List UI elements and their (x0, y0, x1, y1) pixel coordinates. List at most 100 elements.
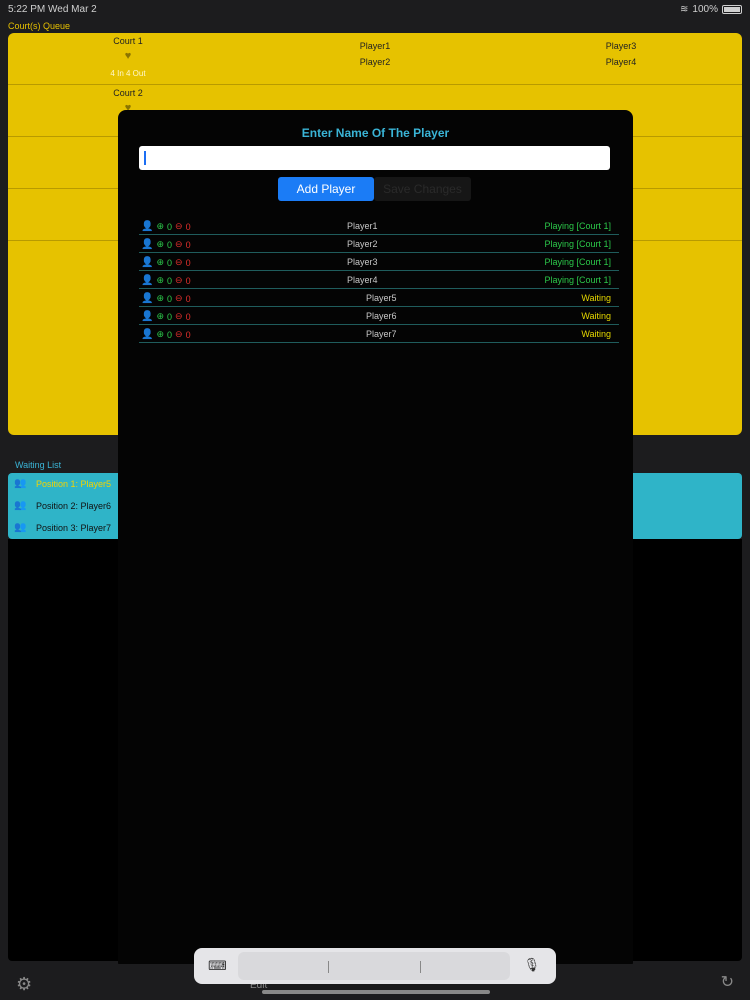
losses-icon: ⊖ (175, 293, 183, 303)
player-list: 👤 ⊕ 0 ⊖ 0 Player1 Playing [Court 1] 👤 ⊕ … (139, 217, 619, 343)
waiting-position-label: Position 2: Player6 (36, 501, 112, 511)
wins-icon: ⊕ (156, 257, 164, 267)
refresh-icon[interactable]: ↻ (721, 972, 734, 992)
user-check-icon: 👤 (141, 293, 154, 304)
player-stats: 👤 ⊕ 0 ⊖ 0 (141, 221, 191, 232)
user-check-icon: 👤 (141, 221, 154, 232)
player-name: Player1 (347, 221, 378, 231)
waiting-position-label: Position 1: Player5 (36, 479, 112, 489)
user-check-icon: 👤 (141, 329, 154, 340)
player-status: Playing [Court 1] (544, 239, 611, 249)
player-name: Player7 (366, 329, 397, 339)
court-mode: 4 In 4 Out (110, 69, 146, 78)
gear-icon[interactable]: ⚙ (16, 974, 32, 995)
players-icon: 👥 (14, 478, 27, 489)
wins-count: 0 (167, 275, 173, 286)
court-name: Court 2 (113, 88, 143, 98)
players-icon: 👥 (14, 500, 27, 511)
user-check-icon: 👤 (141, 257, 154, 268)
wins-icon: ⊕ (156, 329, 164, 339)
losses-icon: ⊖ (175, 257, 183, 267)
battery-percent: 100% (692, 4, 718, 15)
suggestion-divider (328, 961, 329, 973)
waiting-list-item[interactable]: 👥 Position 3: Player7 (14, 517, 111, 539)
battery-icon (722, 5, 742, 14)
suggestion-bar[interactable] (238, 952, 510, 980)
player-stats: 👤 ⊕ 0 ⊖ 0 (141, 329, 191, 340)
user-check-icon: 👤 (141, 275, 154, 286)
player-row[interactable]: 👤 ⊕ 0 ⊖ 0 Player6 Waiting (139, 307, 619, 325)
player-stats: 👤 ⊕ 0 ⊖ 0 (141, 293, 191, 304)
losses-count: 0 (185, 275, 191, 286)
wins-count: 0 (167, 311, 173, 322)
losses-icon: ⊖ (175, 221, 183, 231)
keyboard-shortcut-bar: ⌨ 🎙 (194, 948, 556, 984)
player-status: Playing [Court 1] (544, 257, 611, 267)
suggestion-divider (420, 961, 421, 973)
wifi-icon: ≋ (680, 4, 689, 15)
wins-icon: ⊕ (156, 239, 164, 249)
player-status: Playing [Court 1] (544, 221, 611, 231)
waiting-list-label: Waiting List (15, 460, 62, 470)
waiting-list-item[interactable]: 👥 Position 1: Player5 (14, 473, 111, 495)
losses-icon: ⊖ (175, 329, 183, 339)
player-stats: 👤 ⊕ 0 ⊖ 0 (141, 257, 191, 268)
losses-icon: ⊖ (175, 275, 183, 285)
losses-count: 0 (185, 293, 191, 304)
player-name: Player6 (366, 311, 397, 321)
players-icon: 👥 (14, 522, 27, 533)
player-row[interactable]: 👤 ⊕ 0 ⊖ 0 Player4 Playing [Court 1] (139, 271, 619, 289)
add-player-button[interactable]: Add Player (278, 177, 374, 201)
player-row[interactable]: 👤 ⊕ 0 ⊖ 0 Player5 Waiting (139, 289, 619, 307)
app-screen: 5:22 PM Wed Mar 2 ≋ 100% Court(s) Queue … (0, 0, 750, 1000)
player-name: Player2 (347, 239, 378, 249)
player-status: Waiting (581, 293, 611, 303)
status-bar: 5:22 PM Wed Mar 2 ≋ 100% (0, 0, 750, 18)
wins-icon: ⊕ (156, 221, 164, 231)
player-name-input[interactable] (139, 146, 610, 170)
player-row[interactable]: 👤 ⊕ 0 ⊖ 0 Player2 Playing [Court 1] (139, 235, 619, 253)
keyboard-icon[interactable]: ⌨ (208, 958, 227, 974)
losses-icon: ⊖ (175, 239, 183, 249)
wins-count: 0 (167, 329, 173, 340)
wins-count: 0 (167, 257, 173, 268)
courts-queue-label: Court(s) Queue (8, 21, 71, 31)
player-name: Player5 (366, 293, 397, 303)
player-status: Waiting (581, 329, 611, 339)
player-name: Player3 (347, 257, 378, 267)
wins-icon: ⊕ (156, 311, 164, 321)
home-indicator (262, 990, 490, 994)
player-stats: 👤 ⊕ 0 ⊖ 0 (141, 239, 191, 250)
losses-count: 0 (185, 239, 191, 250)
wins-icon: ⊕ (156, 275, 164, 285)
status-time: 5:22 PM Wed Mar 2 (8, 4, 97, 15)
court-name: Court 1 (113, 36, 143, 46)
user-check-icon: 👤 (141, 311, 154, 322)
wins-count: 0 (167, 221, 173, 232)
court-player-left: Player1 (359, 41, 391, 51)
player-row[interactable]: 👤 ⊕ 0 ⊖ 0 Player1 Playing [Court 1] (139, 217, 619, 235)
court-icon: ♥ (124, 50, 132, 62)
player-name: Player4 (347, 275, 378, 285)
court-player-right: Player3 (605, 41, 637, 51)
player-status: Waiting (581, 311, 611, 321)
court-row[interactable]: Court 1 ♥ 4 In 4 Out Player1 Player2 Player… (8, 33, 742, 85)
court-player-left: Player2 (359, 57, 391, 67)
add-player-modal: Enter Name Of The Player Add Player Save… (118, 110, 633, 970)
status-right: ≋ 100% (680, 4, 742, 15)
wins-count: 0 (167, 239, 173, 250)
save-changes-button[interactable]: Save Changes (374, 177, 471, 201)
losses-count: 0 (185, 221, 191, 232)
mic-icon[interactable]: 🎙 (523, 957, 540, 973)
losses-count: 0 (185, 257, 191, 268)
player-stats: 👤 ⊕ 0 ⊖ 0 (141, 311, 191, 322)
wins-count: 0 (167, 293, 173, 304)
losses-count: 0 (185, 311, 191, 322)
player-row[interactable]: 👤 ⊕ 0 ⊖ 0 Player3 Playing [Court 1] (139, 253, 619, 271)
waiting-list-item[interactable]: 👥 Position 2: Player6 (14, 495, 111, 517)
user-check-icon: 👤 (141, 239, 154, 250)
player-stats: 👤 ⊕ 0 ⊖ 0 (141, 275, 191, 286)
player-row[interactable]: 👤 ⊕ 0 ⊖ 0 Player7 Waiting (139, 325, 619, 343)
modal-title: Enter Name Of The Player (301, 126, 450, 140)
wins-icon: ⊕ (156, 293, 164, 303)
